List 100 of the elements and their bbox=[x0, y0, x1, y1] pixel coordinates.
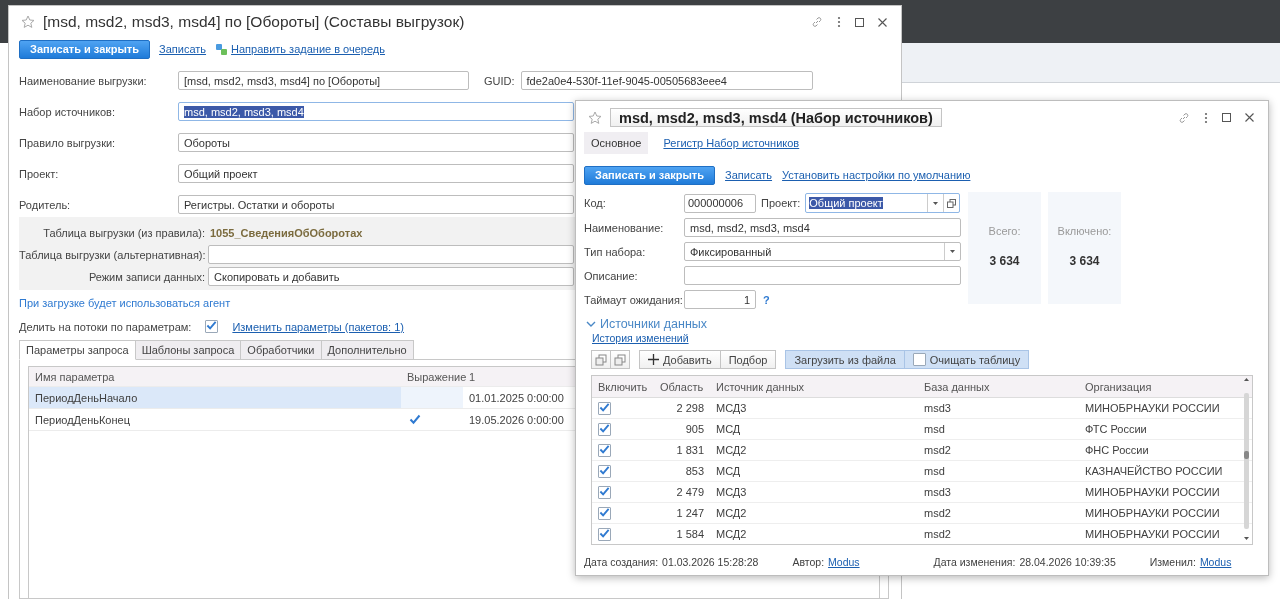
input-field[interactable]: msd, msd2, msd3, msd4 bbox=[684, 218, 961, 237]
table-cell-text: msd3 bbox=[923, 401, 952, 416]
dropdown-field[interactable]: Фиксированный bbox=[684, 242, 961, 261]
defaults-link[interactable]: Установить настройки по умолчанию bbox=[782, 169, 971, 181]
scrollbar-icon[interactable] bbox=[1242, 377, 1251, 543]
created-date: 01.03.2026 15:28:28 bbox=[662, 556, 759, 568]
table-cell-text: МСД bbox=[715, 464, 742, 479]
checkbox[interactable] bbox=[598, 401, 611, 415]
close-icon[interactable] bbox=[1245, 113, 1254, 122]
tab-link[interactable]: Регистр Набор источников bbox=[656, 132, 807, 154]
input-field[interactable]: msd, msd2, msd3, msd4 bbox=[178, 102, 574, 121]
copy-icon[interactable] bbox=[595, 353, 607, 366]
maximize-icon[interactable] bbox=[855, 17, 864, 27]
stat-label: Включено: bbox=[1057, 225, 1112, 237]
table-cell-text: 853 bbox=[684, 464, 705, 479]
field-label: Автор: bbox=[792, 556, 825, 568]
link-icon[interactable] bbox=[811, 16, 823, 28]
save-link[interactable]: Записать bbox=[159, 43, 207, 55]
table-cell-text: 1 831 bbox=[675, 443, 705, 458]
copy-icon[interactable] bbox=[614, 353, 626, 366]
link-icon[interactable] bbox=[1178, 111, 1190, 124]
checkbox[interactable] bbox=[598, 422, 611, 436]
table-cell-text: МИНОБРНАУКИ РОССИИ bbox=[1084, 506, 1221, 521]
star-icon[interactable] bbox=[588, 110, 602, 125]
section-title[interactable]: Источники данных bbox=[600, 317, 708, 331]
table-cell[interactable] bbox=[401, 387, 463, 408]
help-link[interactable]: ? bbox=[763, 293, 770, 306]
chevron-down-icon[interactable] bbox=[586, 320, 596, 328]
checkbox[interactable] bbox=[598, 527, 611, 541]
timeout-field[interactable]: 1 bbox=[684, 290, 756, 309]
checkbox[interactable] bbox=[598, 506, 611, 520]
table-cell[interactable]: ПериодДеньКонец bbox=[29, 409, 401, 430]
rule-table-value: 1055_СведенияОбОборотах bbox=[209, 225, 363, 241]
clear-table-checkbox[interactable] bbox=[912, 353, 926, 366]
field-label: Проект: bbox=[761, 197, 801, 209]
checkbox[interactable] bbox=[598, 485, 611, 499]
field-label: Таймаут ожидания: bbox=[584, 293, 684, 306]
field-label: Дата создания: bbox=[584, 556, 659, 568]
code-field[interactable]: 000000006 bbox=[684, 193, 756, 213]
change-params-link[interactable]: Изменить параметры (пакетов: 1) bbox=[232, 320, 404, 333]
field-label: Наименование: bbox=[584, 221, 665, 234]
history-link[interactable]: История изменений bbox=[576, 331, 1268, 344]
stat-value: 3 634 bbox=[989, 254, 1020, 268]
modified-date: 28.04.2026 10:39:35 bbox=[1019, 556, 1116, 568]
table-cell-text: 2 298 bbox=[675, 401, 705, 416]
maximize-icon[interactable] bbox=[1222, 113, 1231, 122]
field-label: Тип набора: bbox=[584, 245, 647, 258]
table-cell-text: 2 479 bbox=[675, 485, 705, 500]
table-cell-text: msd2 bbox=[923, 443, 952, 458]
load-file-button[interactable]: Загрузить из файла bbox=[785, 350, 905, 369]
close-icon[interactable] bbox=[878, 17, 887, 27]
table-cell-text: 1 247 bbox=[675, 506, 705, 521]
more-icon[interactable] bbox=[1204, 111, 1208, 124]
input-field[interactable]: Скопировать и добавить bbox=[208, 267, 574, 286]
plus-icon bbox=[648, 354, 659, 365]
tab[interactable]: Шаблоны запроса bbox=[135, 340, 242, 360]
tab[interactable]: Обработчики bbox=[241, 340, 322, 360]
guid-field[interactable]: fde2a0e4-530f-11ef-9045-00505683eee4 bbox=[520, 71, 813, 90]
table-cell-text: msd2 bbox=[923, 527, 952, 542]
table-cell-text: ФТС России bbox=[1084, 422, 1148, 437]
table-cell-text: msd bbox=[923, 464, 946, 479]
table-cell-text: КАЗНАЧЕЙСТВО РОССИИ bbox=[1084, 464, 1224, 479]
table-cell-text: ФНС России bbox=[1084, 443, 1150, 458]
table-cell-text: 1 584 bbox=[675, 527, 705, 542]
add-button[interactable]: Добавить bbox=[639, 350, 721, 369]
tab[interactable]: Основное bbox=[584, 132, 649, 154]
window-title: [msd, msd2, msd3, msd4] по [Обороты] (Составы выгрузок) bbox=[43, 13, 465, 31]
project-field[interactable]: Общий проект bbox=[805, 193, 961, 213]
author-link[interactable]: Modus bbox=[828, 556, 860, 568]
dropdown-icon[interactable] bbox=[950, 250, 955, 253]
name-field[interactable]: [msd, msd2, msd3, msd4] по [Обороты] bbox=[178, 71, 469, 90]
field-label: Наименование выгрузки: bbox=[19, 74, 148, 87]
checkbox[interactable] bbox=[598, 443, 611, 457]
field-label: Родитель: bbox=[19, 198, 72, 211]
open-icon[interactable] bbox=[947, 198, 957, 208]
input-field[interactable] bbox=[684, 266, 961, 285]
pick-button[interactable]: Подбор bbox=[720, 350, 777, 369]
more-icon[interactable] bbox=[837, 16, 841, 28]
save-link[interactable]: Записать bbox=[725, 169, 773, 181]
table-cell-text: 905 bbox=[684, 422, 705, 437]
star-icon[interactable] bbox=[21, 15, 35, 29]
table-cell[interactable]: ПериодДеньНачало bbox=[29, 387, 401, 408]
checkbox-label: Очищать таблицу bbox=[929, 353, 1021, 366]
input-field[interactable]: Регистры. Остатки и обороты bbox=[178, 195, 574, 214]
checkbox[interactable] bbox=[598, 464, 611, 478]
tab[interactable]: Дополнительно bbox=[321, 340, 414, 360]
table-header: Включить Область Источник данных База данных Организация bbox=[592, 376, 1252, 398]
tab[interactable]: Параметры запроса bbox=[19, 340, 136, 360]
queue-task-link[interactable]: Направить задание в очередь bbox=[231, 43, 385, 55]
input-field[interactable]: Общий проект bbox=[178, 164, 574, 183]
agent-note: При загрузке будет использоваться агент bbox=[19, 297, 231, 309]
modifier-link[interactable]: Modus bbox=[1199, 556, 1232, 568]
field-label: GUID: bbox=[484, 74, 515, 87]
input-field[interactable] bbox=[208, 245, 574, 264]
field-label: Описание: bbox=[584, 269, 639, 282]
input-field[interactable]: Обороты bbox=[178, 133, 574, 152]
table-cell-text: МСД3 bbox=[715, 485, 748, 500]
split-checkbox[interactable] bbox=[205, 320, 219, 333]
dropdown-icon[interactable] bbox=[933, 201, 939, 205]
queue-icon bbox=[215, 42, 229, 56]
